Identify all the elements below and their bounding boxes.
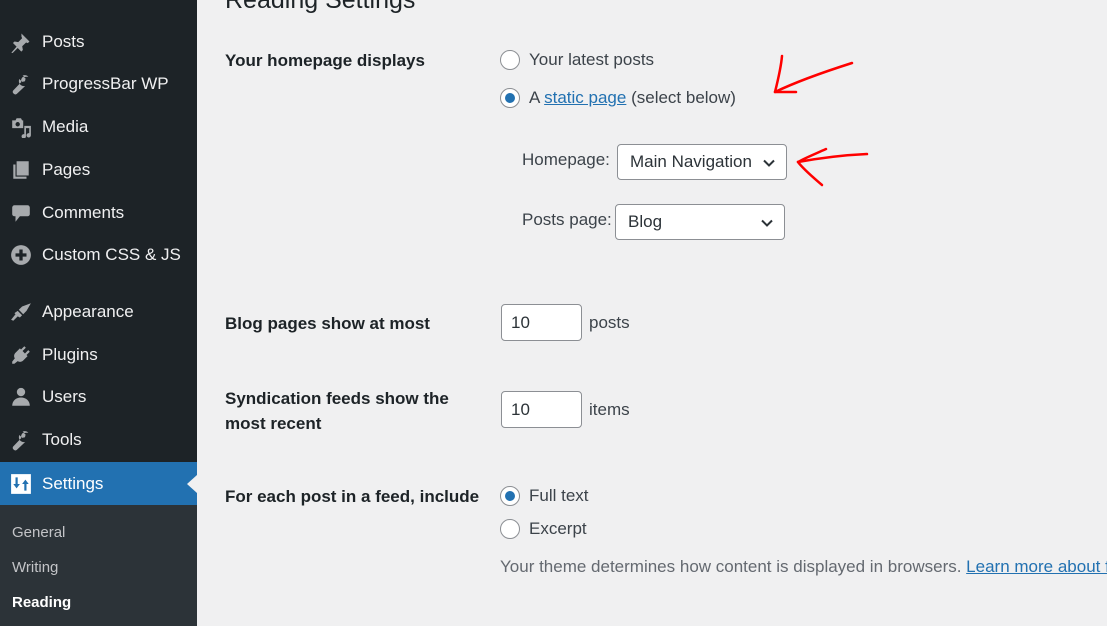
- sidebar-item-label: Plugins: [42, 345, 98, 364]
- chevron-down-icon: [761, 219, 773, 227]
- feed-description-text: Your theme determines how content is dis…: [500, 557, 967, 576]
- chevron-down-icon: [763, 159, 775, 167]
- syndication-label-line2: most recent: [225, 414, 322, 433]
- sidebar-item-label: Posts: [42, 32, 85, 51]
- radio-full-text[interactable]: Full text: [500, 486, 589, 506]
- plug-icon: [0, 344, 42, 366]
- sidebar-item-progressbar-wp[interactable]: ProgressBar WP: [0, 64, 197, 104]
- static-page-link[interactable]: static page: [544, 88, 626, 108]
- radio-excerpt-input[interactable]: [500, 519, 520, 539]
- homepage-select-value: Main Navigation: [630, 152, 752, 171]
- blog-pages-unit: posts: [589, 313, 630, 332]
- sidebar-item-settings[interactable]: Settings: [0, 462, 197, 505]
- media-icon: [0, 116, 42, 138]
- syndication-unit: items: [589, 400, 630, 419]
- active-menu-arrow: [187, 474, 197, 493]
- sidebar-item-label: Custom CSS & JS: [42, 245, 181, 264]
- annotation-arrow-homepage-select: [796, 147, 869, 187]
- posts-page-select[interactable]: Blog: [615, 204, 785, 240]
- syndication-label-line1: Syndication feeds show the: [225, 389, 449, 408]
- sidebar-item-label: Comments: [42, 203, 125, 222]
- pages-icon: [0, 159, 42, 181]
- radio-prefix: A: [529, 88, 545, 107]
- sidebar-item-label: Users: [42, 387, 87, 406]
- sidebar-item-users[interactable]: Users: [0, 377, 197, 417]
- radio-label: Full text: [529, 486, 589, 505]
- user-icon: [0, 386, 42, 408]
- pin-icon: [0, 31, 42, 53]
- radio-excerpt[interactable]: Excerpt: [500, 519, 587, 539]
- sidebar-item-label: Pages: [42, 160, 91, 179]
- feed-include-label: For each post in a feed, include: [225, 487, 480, 506]
- radio-label: Your latest posts: [529, 50, 655, 69]
- syndication-label: Syndication feeds show the most recent: [225, 386, 449, 436]
- sidebar-item-label: Appearance: [42, 302, 134, 321]
- homepage-select-label: Homepage:: [522, 150, 610, 169]
- sidebar-item-label: Tools: [42, 430, 82, 449]
- annotation-arrow-static-page: [773, 54, 854, 94]
- submenu-item-general[interactable]: General: [12, 524, 65, 541]
- comment-icon: [0, 202, 42, 224]
- sidebar-item-appearance[interactable]: Appearance: [0, 292, 197, 332]
- radio-label: Excerpt: [529, 519, 587, 538]
- sidebar-item-media[interactable]: Media: [0, 107, 197, 147]
- sidebar-item-label: ProgressBar WP: [42, 74, 169, 93]
- radio-suffix: (select below): [626, 88, 736, 107]
- settings-sliders-icon: [0, 473, 42, 495]
- radio-static-page-input[interactable]: [500, 88, 520, 108]
- sidebar-item-posts[interactable]: Posts: [0, 22, 197, 62]
- radio-static-page[interactable]: A static page (select below): [500, 88, 736, 108]
- blog-pages-label: Blog pages show at most: [225, 314, 430, 333]
- sidebar-item-tools[interactable]: Tools: [0, 420, 197, 460]
- submenu-item-reading[interactable]: Reading: [12, 594, 71, 611]
- posts-page-select-value: Blog: [628, 212, 663, 231]
- paintbrush-icon: [0, 301, 42, 323]
- admin-sidebar: Posts ProgressBar WP Media Pages Comment…: [0, 0, 197, 626]
- settings-submenu: General Writing Reading: [0, 505, 197, 626]
- sidebar-item-label: Settings: [42, 473, 104, 493]
- sidebar-item-comments[interactable]: Comments: [0, 193, 197, 233]
- sidebar-item-label: Media: [42, 117, 89, 136]
- submenu-item-writing[interactable]: Writing: [12, 559, 58, 576]
- page-title: Reading Settings: [225, 0, 416, 14]
- homepage-displays-label: Your homepage displays: [225, 51, 425, 70]
- feed-description: Your theme determines how content is dis…: [500, 557, 1107, 577]
- plus-circle-icon: [0, 244, 42, 266]
- wrench-icon: [0, 429, 42, 451]
- posts-page-select-label: Posts page:: [522, 210, 612, 229]
- radio-full-text-input[interactable]: [500, 486, 520, 506]
- radio-latest-posts-input[interactable]: [500, 50, 520, 70]
- sidebar-item-pages[interactable]: Pages: [0, 150, 197, 190]
- learn-more-link[interactable]: Learn more about feeds: [966, 557, 1107, 576]
- sidebar-item-plugins[interactable]: Plugins: [0, 335, 197, 375]
- syndication-input[interactable]: 10: [501, 391, 582, 428]
- blog-pages-input[interactable]: 10: [501, 304, 582, 341]
- wrench-icon: [0, 73, 42, 95]
- radio-latest-posts[interactable]: Your latest posts: [500, 50, 654, 70]
- sidebar-item-custom-css-js[interactable]: Custom CSS & JS: [0, 235, 197, 275]
- homepage-select[interactable]: Main Navigation: [617, 144, 787, 180]
